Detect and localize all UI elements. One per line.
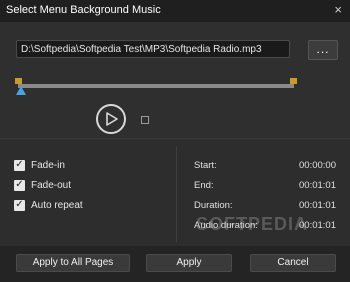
close-icon[interactable]: × <box>334 3 342 17</box>
section-divider <box>0 138 350 139</box>
fade-out-checkbox[interactable]: ✓ <box>14 179 25 191</box>
apply-to-all-button[interactable]: Apply to All Pages <box>16 254 130 272</box>
end-value: 00:01:01 <box>299 180 336 191</box>
audio-duration-value: 00:01:01 <box>299 220 336 231</box>
auto-repeat-option[interactable]: ✓ Auto repeat <box>14 198 83 212</box>
start-marker[interactable] <box>15 78 22 84</box>
fade-out-option[interactable]: ✓ Fade-out <box>14 178 71 192</box>
play-icon <box>106 112 118 126</box>
duration-value: 00:01:01 <box>299 200 336 211</box>
duration-row: Duration: 00:01:01 <box>194 200 336 214</box>
fade-in-checkbox[interactable]: ✓ <box>14 159 25 171</box>
audio-duration-label: Audio duration: <box>194 220 258 231</box>
end-row: End: 00:01:01 <box>194 180 336 194</box>
auto-repeat-checkbox[interactable]: ✓ <box>14 199 25 211</box>
audio-duration-row: Audio duration: 00:01:01 <box>194 220 336 234</box>
panel-divider <box>176 146 177 242</box>
start-value: 00:00:00 <box>299 160 336 171</box>
fade-in-label: Fade-in <box>31 159 65 171</box>
play-button[interactable] <box>96 104 126 134</box>
fade-out-label: Fade-out <box>31 179 72 191</box>
duration-label: Duration: <box>194 200 233 211</box>
title-bar: Select Menu Background Music × <box>0 0 350 22</box>
fade-in-option[interactable]: ✓ Fade-in <box>14 158 65 172</box>
timeline-track[interactable] <box>18 84 294 88</box>
end-label: End: <box>194 180 214 191</box>
stop-icon[interactable] <box>141 116 149 124</box>
apply-button[interactable]: Apply <box>146 254 232 272</box>
file-path-input[interactable]: D:\Softpedia\Softpedia Test\MP3\Softpedi… <box>16 40 290 58</box>
cancel-button[interactable]: Cancel <box>250 254 336 272</box>
start-label: Start: <box>194 160 217 171</box>
dialog-window: Select Menu Background Music × D:\Softpe… <box>0 0 350 282</box>
auto-repeat-label: Auto repeat <box>31 199 83 211</box>
window-title: Select Menu Background Music <box>6 4 161 16</box>
browse-button[interactable]: ... <box>308 40 338 60</box>
playhead-handle[interactable] <box>16 86 26 95</box>
start-row: Start: 00:00:00 <box>194 160 336 174</box>
end-marker[interactable] <box>290 78 297 84</box>
